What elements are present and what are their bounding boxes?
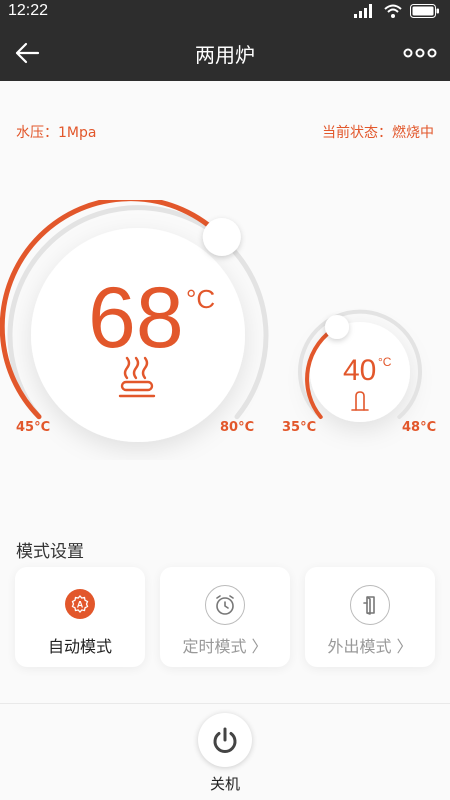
alarm-clock-icon: [216, 595, 234, 615]
more-button[interactable]: [402, 38, 438, 68]
status-bar: 12:22: [0, 0, 450, 24]
auto-mode-icon: A: [71, 595, 89, 613]
mode-label-auto: 自动模式: [47, 637, 112, 656]
app-bar: 两用炉: [0, 24, 450, 81]
heating-temperature-dial[interactable]: 68 °C 45°C 80°C: [0, 196, 280, 460]
dial-knob[interactable]: [202, 218, 241, 256]
power-off-label: 关机: [209, 775, 240, 793]
mode-label-timer: 定时模式 〉: [182, 637, 268, 656]
water-max-label: 48°C: [402, 420, 437, 435]
bottom-divider: [0, 703, 450, 704]
water-temperature-value: 40: [343, 354, 377, 387]
battery-icon: [410, 4, 439, 18]
heating-max-label: 80°C: [220, 420, 255, 435]
power-off-button[interactable]: [198, 713, 252, 767]
page-title: 两用炉: [195, 43, 255, 67]
mode-card-auto[interactable]: A 自动模式: [15, 567, 145, 667]
mode-section-title: 模式设置: [16, 542, 84, 562]
water-pressure-text: 水压：1Mpa: [16, 125, 97, 141]
water-temperature-unit: °C: [378, 355, 392, 369]
wifi-icon: [384, 4, 402, 18]
signal-icon: [354, 4, 372, 18]
mode-card-timer[interactable]: 定时模式 〉: [160, 567, 290, 667]
water-temperature-dial[interactable]: 40 °C 35°C 48°C: [280, 300, 450, 450]
status-time: 12:22: [8, 2, 49, 19]
status-icons: [354, 4, 440, 18]
dial-knob[interactable]: [325, 315, 349, 339]
current-status-text: 当前状态：燃烧中: [322, 125, 434, 141]
heating-min-label: 45°C: [16, 420, 51, 435]
more-dots-icon: [403, 48, 437, 58]
power-icon: [213, 727, 237, 753]
heating-temperature-value: 68: [88, 270, 184, 366]
svg-text:A: A: [77, 600, 84, 610]
door-exit-icon: [363, 596, 375, 615]
mode-card-away[interactable]: 外出模式 〉: [305, 567, 435, 667]
mode-label-away: 外出模式 〉: [327, 637, 413, 656]
water-min-label: 35°C: [282, 420, 317, 435]
heating-temperature-unit: °C: [186, 284, 216, 314]
